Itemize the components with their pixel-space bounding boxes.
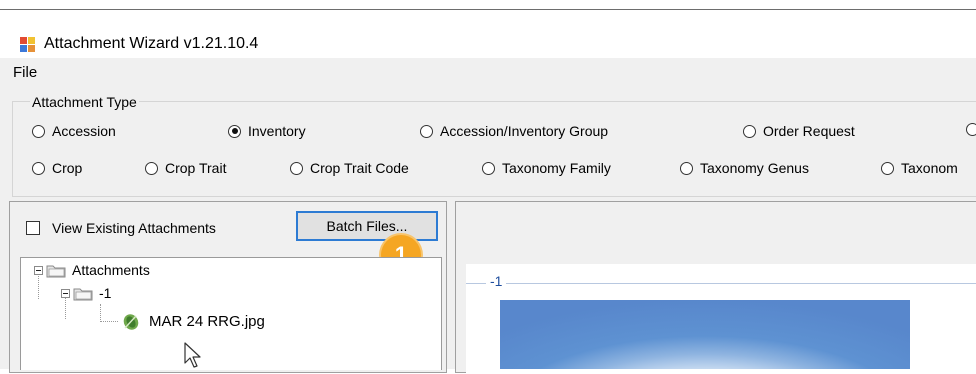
radio-cut-off-dot[interactable] [966, 123, 976, 136]
preview-image [500, 300, 910, 369]
radio-taxonomy-cut-off-label: Taxonom [901, 160, 958, 176]
radio-taxonomy-genus[interactable]: Taxonomy Genus [680, 160, 809, 176]
attachment-type-group [12, 101, 976, 197]
collapse-toggle-icon[interactable] [34, 265, 43, 275]
radio-taxonomy-genus-label: Taxonomy Genus [700, 160, 809, 176]
view-existing-label[interactable]: View Existing Attachments [52, 220, 216, 236]
tree-line [100, 304, 101, 322]
preview-group-border [466, 283, 976, 284]
radio-taxonomy-family-dot[interactable] [482, 161, 495, 175]
radio-accession-inventory-group-label: Accession/Inventory Group [440, 123, 609, 139]
radio-crop[interactable]: Crop [32, 160, 82, 176]
tree-node-attachments[interactable]: Attachments [34, 262, 150, 278]
image-file-icon [123, 314, 139, 330]
tree-node-minus-1[interactable]: -1 [61, 285, 111, 301]
radio-accession-inventory-group-dot[interactable] [420, 124, 433, 138]
radio-accession-inventory-group[interactable]: Accession/Inventory Group [420, 123, 608, 139]
attachment-type-legend: Attachment Type [30, 94, 139, 110]
radio-accession[interactable]: Accession [32, 123, 116, 139]
radio-crop-trait[interactable]: Crop Trait [145, 160, 226, 176]
radio-cut-off[interactable] [966, 123, 976, 136]
radio-crop-trait-code[interactable]: Crop Trait Code [290, 160, 409, 176]
window-title: Attachment Wizard v1.21.10.4 [44, 35, 259, 52]
collapse-toggle-icon[interactable] [61, 288, 70, 298]
radio-crop-trait-label: Crop Trait [165, 160, 227, 176]
tree-node-file-label: MAR 24 RRG.jpg [149, 312, 265, 330]
radio-taxonomy-cut-off-dot[interactable] [881, 161, 894, 175]
radio-inventory-label: Inventory [248, 123, 306, 139]
radio-crop-trait-code-label: Crop Trait Code [310, 160, 409, 176]
tree-node-attachments-label: Attachments [72, 262, 150, 278]
radio-crop-dot[interactable] [32, 161, 45, 175]
batch-files-button[interactable]: Batch Files... [296, 211, 438, 241]
radio-order-request-label: Order Request [763, 123, 855, 139]
radio-taxonomy-family[interactable]: Taxonomy Family [482, 160, 611, 176]
radio-taxonomy-genus-dot[interactable] [680, 161, 693, 175]
radio-order-request[interactable]: Order Request [743, 123, 855, 139]
tree-node-minus-1-label: -1 [99, 285, 112, 301]
folder-icon [46, 265, 66, 277]
radio-order-request-dot[interactable] [743, 124, 756, 138]
radio-taxonomy-cut-off[interactable]: Taxonom [881, 160, 958, 176]
radio-accession-label: Accession [52, 123, 116, 139]
app-icon [20, 37, 36, 53]
menu-file[interactable]: File [13, 64, 37, 81]
preview-group-label: -1 [486, 273, 507, 289]
radio-inventory-dot[interactable] [228, 124, 241, 138]
radio-taxonomy-family-label: Taxonomy Family [502, 160, 611, 176]
tree-node-file[interactable]: MAR 24 RRG.jpg [121, 311, 265, 331]
view-existing-checkbox[interactable] [26, 221, 40, 235]
radio-crop-label: Crop [52, 160, 83, 176]
radio-crop-trait-code-dot[interactable] [290, 161, 303, 175]
mouse-cursor-icon [184, 342, 201, 368]
title-bar: Attachment Wizard v1.21.10.4 [0, 10, 976, 58]
folder-icon [73, 288, 93, 300]
menu-bar: File [0, 58, 976, 86]
tree-line [100, 321, 118, 322]
radio-crop-trait-dot[interactable] [145, 161, 158, 175]
radio-inventory[interactable]: Inventory [228, 123, 306, 139]
radio-accession-dot[interactable] [32, 124, 45, 138]
